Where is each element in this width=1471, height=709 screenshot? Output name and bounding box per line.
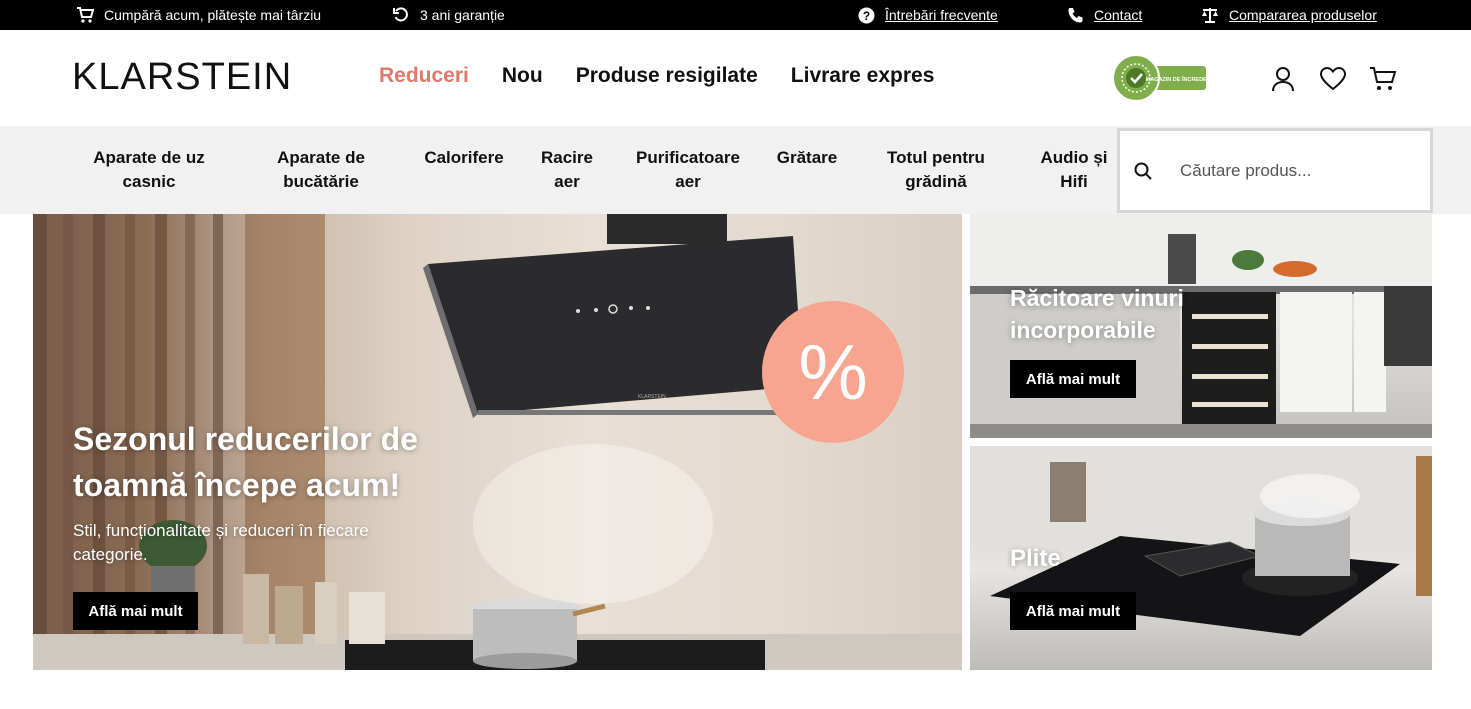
hero-main-subtitle: Stil, funcționalitate și reduceri în fie… [73,519,369,567]
phone-icon [1067,7,1084,24]
search-box[interactable] [1117,128,1433,213]
cart-icon [76,7,94,23]
trust-badge[interactable]: MAGAZIN DE ÎNCREDERE [1112,54,1215,102]
wine-cooler-title: Răcitoare vinuri incorporabile [1010,282,1184,346]
wishlist-heart-icon[interactable] [1318,64,1348,94]
bnpl-info: Cumpără acum, plătește mai târziu [76,0,321,30]
hero-main-subtitle-line2: categorie. [73,545,148,564]
category-gradina[interactable]: Totul pentru grădină [872,146,1000,194]
nav-item-produse-resigilate[interactable]: Produse resigilate [576,64,758,88]
bnpl-text: Cumpără acum, plătește mai târziu [104,7,322,23]
hero-main-banner[interactable]: KLARSTEIN % Sezonul reducerilor de toamn… [33,214,962,670]
top-bar: Cumpără acum, plătește mai târziu 3 ani … [0,0,1471,30]
search-input[interactable] [1180,160,1420,181]
main-nav: Reduceri Nou Produse resigilate Livrare … [379,64,934,88]
hob-banner[interactable]: Plite Află mai mult [970,446,1432,670]
wine-cooler-title-line1: Răcitoare vinuri [1010,285,1184,311]
category-racire-aer[interactable]: Racire aer [535,146,599,194]
nav-item-livrare-expres[interactable]: Livrare expres [791,64,935,88]
hob-title: Plite [1010,545,1061,572]
hero-main-cta-button[interactable]: Află mai mult [73,592,198,630]
category-aparate-uz-casnic[interactable]: Aparate de uz casnic [78,146,220,194]
hero-main-title: Sezonul reducerilor de toamnă începe acu… [73,416,418,508]
wine-cooler-banner[interactable]: Răcitoare vinuri incorporabile Află mai … [970,214,1432,438]
compare-link[interactable]: Compararea produselor [1201,0,1377,30]
hero-main-subtitle-line1: Stil, funcționalitate și reduceri în fie… [73,521,369,540]
discount-percent-symbol: % [798,328,867,416]
site-header: KLARSTEIN Reduceri Nou Produse resigilat… [0,30,1471,126]
scale-icon [1201,7,1219,23]
compare-link-text[interactable]: Compararea produselor [1229,7,1377,23]
category-calorifere[interactable]: Calorifere [414,146,514,170]
hood-brand-label: KLARSTEIN [638,394,666,400]
contact-link-text[interactable]: Contact [1094,7,1142,23]
warranty-text: 3 ani garanție [420,7,505,23]
badge-text: MAGAZIN DE ÎNCREDERE [1146,75,1208,83]
hero-main-title-line2: toamnă începe acum! [73,467,401,503]
logo[interactable]: KLARSTEIN [72,56,292,99]
svg-text:?: ? [863,9,870,23]
search-icon[interactable] [1132,160,1154,182]
account-icon[interactable] [1268,64,1298,94]
hero-main-title-line1: Sezonul reducerilor de [73,421,418,457]
category-audio-hifi[interactable]: Audio și Hifi [1032,146,1116,194]
refresh-icon [393,6,410,24]
header-icons [1268,64,1398,94]
nav-item-reduceri[interactable]: Reduceri [379,64,469,88]
question-icon: ? [858,7,875,24]
hob-cta-button[interactable]: Află mai mult [1010,592,1136,630]
contact-link[interactable]: Contact [1067,0,1142,30]
faq-link-text[interactable]: Întrebări frecvente [885,7,998,23]
category-purificatoare-aer[interactable]: Purificatoare aer [624,146,752,194]
wine-cooler-cta-button[interactable]: Află mai mult [1010,360,1136,398]
faq-link[interactable]: ? Întrebări frecvente [858,0,998,30]
wine-cooler-title-line2: incorporabile [1010,317,1156,343]
nav-item-nou[interactable]: Nou [502,64,543,88]
cart-icon[interactable] [1368,64,1398,94]
category-gratare[interactable]: Grătare [766,146,848,170]
category-aparate-bucatarie[interactable]: Aparate de bucătărie [262,146,380,194]
warranty-info: 3 ani garanție [393,0,505,30]
